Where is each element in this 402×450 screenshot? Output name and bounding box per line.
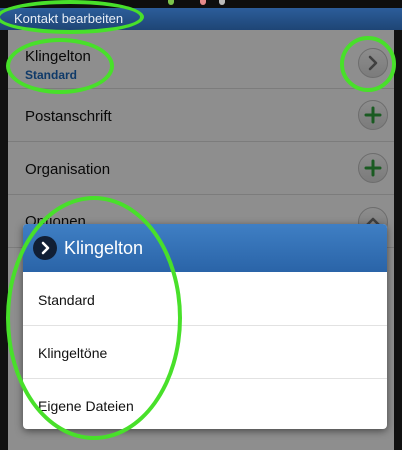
status-indicator	[168, 0, 174, 5]
annotation-circle-options	[6, 196, 182, 440]
annotation-circle-ringtone	[6, 38, 114, 94]
status-indicator	[219, 0, 225, 5]
annotation-circle-title	[0, 0, 144, 34]
status-indicator	[200, 0, 206, 5]
annotation-circle-chevron	[340, 36, 396, 92]
